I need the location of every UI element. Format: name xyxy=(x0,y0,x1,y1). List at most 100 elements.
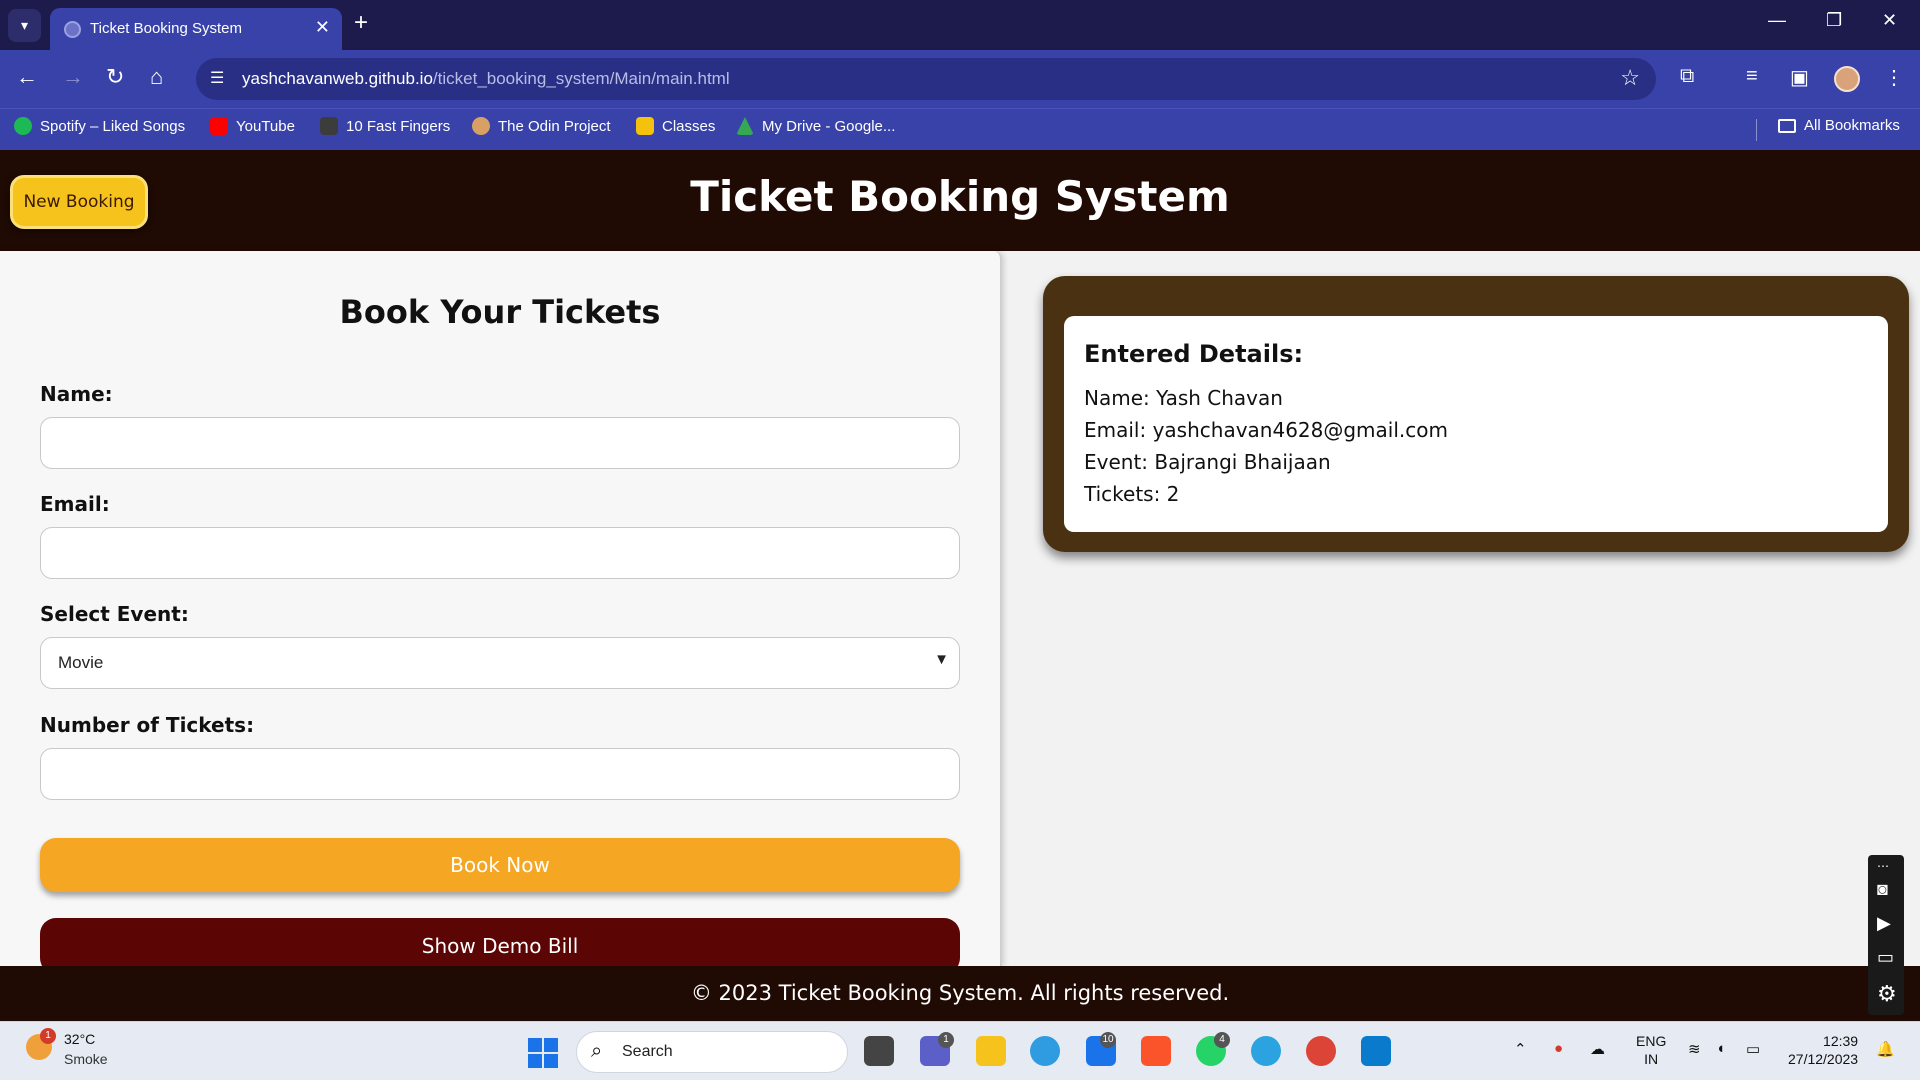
search-icon: ⌕ xyxy=(591,1040,603,1062)
email-label: Email: xyxy=(40,492,110,516)
site-header: New Booking Ticket Booking System xyxy=(0,150,1920,251)
tickets-input[interactable] xyxy=(40,748,960,800)
whatsapp-badge: 4 xyxy=(1214,1032,1230,1048)
book-now-button[interactable]: Book Now xyxy=(40,838,960,892)
bookmark-spotify[interactable]: Spotify – Liked Songs xyxy=(14,117,185,135)
show-demo-bill-button[interactable]: Show Demo Bill xyxy=(40,918,960,966)
site-footer: © 2023 Ticket Booking System. All rights… xyxy=(0,966,1920,1021)
home-icon[interactable]: ⌂ xyxy=(150,64,163,90)
tickets-label: Number of Tickets: xyxy=(40,713,255,737)
bookmark-star-icon[interactable]: ☆ xyxy=(1620,65,1640,91)
teams-badge: 1 xyxy=(938,1032,954,1048)
details-tickets: Tickets: 2 xyxy=(1084,482,1180,506)
browser-tab[interactable]: Ticket Booking System ✕ xyxy=(50,8,342,50)
bookmark-youtube[interactable]: YouTube xyxy=(210,117,295,135)
forward-icon[interactable]: → xyxy=(62,64,84,90)
profile-avatar[interactable] xyxy=(1834,66,1860,92)
bookmark-my-drive[interactable]: My Drive - Google... xyxy=(736,117,895,135)
wifi-icon[interactable]: ≋ xyxy=(1688,1040,1701,1058)
battery-icon[interactable]: ▭ xyxy=(1746,1040,1760,1058)
back-icon[interactable]: ← xyxy=(16,64,38,90)
tray-app-icon[interactable]: ● xyxy=(1554,1040,1563,1057)
email-input[interactable] xyxy=(40,527,960,579)
name-label: Name: xyxy=(40,382,113,406)
side-panel-icon[interactable]: ▣ xyxy=(1790,65,1809,90)
site-info-icon[interactable]: ☰ xyxy=(210,68,224,88)
taskbar-search[interactable]: ⌕ Search xyxy=(576,1031,848,1073)
details-card: Entered Details: Name: Yash Chavan Email… xyxy=(1064,316,1888,532)
youtube-icon xyxy=(210,117,228,135)
edge-icon[interactable] xyxy=(1030,1036,1060,1066)
url-domain: yashchavanweb.github.io xyxy=(242,69,433,88)
vscode-icon[interactable] xyxy=(1361,1036,1391,1066)
details-card-frame: Entered Details: Name: Yash Chavan Email… xyxy=(1043,276,1909,552)
odin-project-icon xyxy=(472,117,490,135)
bookmark-10fastfingers[interactable]: 10 Fast Fingers xyxy=(320,117,450,135)
weather-badge: 1 xyxy=(40,1028,56,1044)
bookmark-label: My Drive - Google... xyxy=(762,117,896,135)
gear-icon[interactable]: ⚙ xyxy=(1877,981,1897,1007)
start-icon[interactable] xyxy=(528,1038,558,1068)
details-title: Entered Details: xyxy=(1084,340,1304,368)
all-bookmarks-button[interactable]: All Bookmarks xyxy=(1778,117,1900,134)
clock-time: 12:39 xyxy=(1823,1033,1859,1049)
tab-search-button[interactable]: ▾ xyxy=(8,9,41,42)
camera-icon[interactable]: ◙ xyxy=(1877,879,1888,900)
close-window-icon[interactable]: ✕ xyxy=(1882,10,1897,31)
all-bookmarks-label: All Bookmarks xyxy=(1804,117,1900,134)
gallery-icon[interactable]: ▭ xyxy=(1877,947,1894,968)
chrome-icon[interactable] xyxy=(1306,1036,1336,1066)
event-selected-value: Movie xyxy=(58,653,104,672)
system-clock[interactable]: 12:39 27/12/2023 xyxy=(1788,1032,1858,1068)
name-input[interactable] xyxy=(40,417,960,469)
fastfingers-icon xyxy=(320,117,338,135)
tray-overflow-icon[interactable]: ⌃ xyxy=(1514,1040,1527,1058)
bookmark-label: The Odin Project xyxy=(498,117,611,135)
details-name: Name: Yash Chavan xyxy=(1084,386,1283,410)
windows-taskbar: 1 32°C Smoke ⌕ Search 1 10 4 ⌃ ● ☁ ENG I… xyxy=(0,1021,1920,1080)
form-title: Book Your Tickets xyxy=(339,293,661,331)
event-label: Select Event: xyxy=(40,602,189,626)
media-controls-icon[interactable]: ≡ xyxy=(1746,65,1758,88)
url-text: yashchavanweb.github.io/ticket_booking_s… xyxy=(242,69,730,89)
capture-toolbar: ⋯ ◙ ▶ ▭ ⚙ xyxy=(1868,855,1904,1015)
lang-code: ENG xyxy=(1636,1033,1667,1049)
brave-icon[interactable] xyxy=(1141,1036,1171,1066)
telegram-icon[interactable] xyxy=(1251,1036,1281,1066)
booking-form-panel: Book Your Tickets Name: Email: Select Ev… xyxy=(0,251,1002,966)
address-bar[interactable]: ☰ yashchavanweb.github.io/ticket_booking… xyxy=(196,58,1656,100)
details-event: Event: Bajrangi Bhaijaan xyxy=(1084,450,1331,474)
video-camera-icon[interactable]: ▶ xyxy=(1877,913,1891,934)
mail-badge: 10 xyxy=(1100,1032,1116,1048)
search-label: Search xyxy=(622,1043,673,1060)
language-indicator[interactable]: ENG IN xyxy=(1636,1032,1666,1068)
extensions-icon[interactable]: ⧉ xyxy=(1680,65,1694,88)
clock-date: 27/12/2023 xyxy=(1788,1051,1859,1067)
weather-temp: 32°C xyxy=(64,1031,96,1047)
spotify-icon xyxy=(14,117,32,135)
onedrive-icon[interactable]: ☁ xyxy=(1590,1040,1605,1058)
details-email: Email: yashchavan4628@gmail.com xyxy=(1084,418,1448,442)
classroom-icon xyxy=(636,117,654,135)
page-title: Ticket Booking System xyxy=(690,172,1230,221)
bookmark-label: Spotify – Liked Songs xyxy=(40,117,186,135)
bookmark-odin-project[interactable]: The Odin Project xyxy=(472,117,611,135)
reload-icon[interactable]: ↻ xyxy=(106,64,124,90)
minimize-icon[interactable]: — xyxy=(1768,10,1786,31)
close-tab-icon[interactable]: ✕ xyxy=(315,17,330,38)
new-tab-icon[interactable]: + xyxy=(354,9,368,37)
restore-icon[interactable]: ❐ xyxy=(1826,10,1842,31)
file-explorer-icon[interactable] xyxy=(976,1036,1006,1066)
volume-icon[interactable]: ◖ xyxy=(1716,1040,1725,1057)
menu-kebab-icon[interactable]: ⋮ xyxy=(1884,65,1904,90)
notification-bell-icon[interactable]: 🔔 xyxy=(1876,1040,1895,1058)
event-select[interactable]: Movie ▼ xyxy=(40,637,960,689)
task-view-icon[interactable] xyxy=(864,1036,894,1066)
bookmark-classes[interactable]: Classes xyxy=(636,117,715,135)
pin-icon[interactable]: ⋯ xyxy=(1877,859,1889,873)
bookmark-label: Classes xyxy=(662,117,716,135)
bookmarks-bar: Spotify – Liked Songs YouTube 10 Fast Fi… xyxy=(0,108,1920,150)
bookmarks-divider xyxy=(1756,119,1757,141)
chevron-down-icon: ▼ xyxy=(934,651,949,668)
weather-condition: Smoke xyxy=(64,1051,108,1067)
